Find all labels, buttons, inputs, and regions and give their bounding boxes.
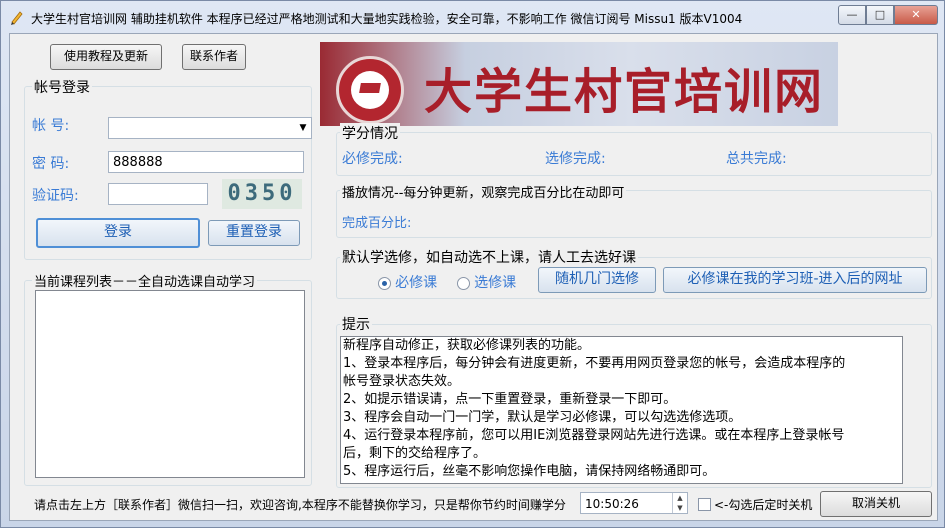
shutdown-checkbox-label: <-勾选后定时关机 <box>714 498 813 512</box>
tip-line: 1、登录本程序后，每分钟会有进度更新，不要再用网页登录您的帐号，会造成本程序的 <box>343 356 846 371</box>
banner-image: 大学生村官培训网 <box>320 42 838 126</box>
account-label: 帐 号: <box>32 118 70 134</box>
required-option-label: 必修课 <box>395 275 438 291</box>
cancel-shutdown-button[interactable]: 取消关机 <box>820 491 932 517</box>
credits-title: 学分情况 <box>340 123 400 143</box>
shutdown-checkbox[interactable] <box>698 498 711 511</box>
contact-author-button[interactable]: 联系作者 <box>182 44 246 70</box>
maximize-button[interactable]: □ <box>866 5 894 25</box>
elective-option-label: 选修课 <box>474 275 517 291</box>
title-bar: 大学生村官培训网 辅助挂机软件 本程序已经过严格地测试和大量地实践检验，安全可靠… <box>1 1 944 33</box>
tips-textarea[interactable]: 新程序自动修正，获取必修课列表的功能。 1、登录本程序后，每分钟会有进度更新，不… <box>340 336 903 484</box>
required-radio[interactable] <box>378 277 391 290</box>
password-field[interactable]: 888888 <box>108 151 304 173</box>
elective-radio[interactable] <box>457 277 470 290</box>
tip-line: 帐号登录状态失效。 <box>343 374 461 389</box>
footer-message: 请点击左上方［联系作者］微信扫一扫，欢迎咨询,本程序不能替换你学习，只是帮你节约… <box>34 498 566 512</box>
account-combobox[interactable]: ▼ <box>108 117 312 139</box>
banner-title: 大学生村官培训网 <box>424 64 825 120</box>
shutdown-time-field[interactable]: 10:50:26 ▲ ▼ <box>580 492 688 514</box>
required-course-url-button[interactable]: 必修课在我的学习班-进入后的网址 <box>663 267 927 293</box>
window-title: 大学生村官培训网 辅助挂机软件 本程序已经过严格地测试和大量地实践检验，安全可靠… <box>31 12 743 26</box>
password-label: 密 码: <box>32 156 70 172</box>
shutdown-time-value: 10:50:26 <box>585 497 639 511</box>
close-button[interactable]: ✕ <box>894 5 938 25</box>
credits-group <box>336 132 932 176</box>
minimize-button[interactable]: — <box>838 5 866 25</box>
app-window: 大学生村官培训网 辅助挂机软件 本程序已经过严格地测试和大量地实践检验，安全可靠… <box>0 0 945 528</box>
elective-credits-label: 选修完成: <box>545 151 606 167</box>
tip-line: 5、程序运行后，丝毫不影响您操作电脑，请保持网络畅通即可。 <box>343 464 716 479</box>
required-credits-label: 必修完成: <box>342 151 403 167</box>
captcha-image[interactable]: 0350 <box>222 179 302 209</box>
random-electives-button[interactable]: 随机几门选修 <box>538 267 656 293</box>
tutorial-button[interactable]: 使用教程及更新 <box>50 44 162 70</box>
window-controls: — □ ✕ <box>838 5 938 25</box>
login-button[interactable]: 登录 <box>36 218 200 248</box>
elective-course-option[interactable]: 选修课 <box>457 272 516 292</box>
playback-title: 播放情况--每分钟更新，观察完成百分比在动即可 <box>340 182 627 201</box>
tip-line: 3、程序会自动一门一门学，默认是学习必修课，可以勾选选修选项。 <box>343 410 742 425</box>
percent-complete-label: 完成百分比: <box>342 216 412 231</box>
course-list[interactable] <box>35 290 305 478</box>
required-course-option[interactable]: 必修课 <box>378 272 437 292</box>
tips-title: 提示 <box>340 314 372 334</box>
total-credits-label: 总共完成: <box>726 151 787 167</box>
tip-line: 2、如提示错误请，点一下重置登录，重新登录一下即可。 <box>343 392 677 407</box>
time-spinner-icon[interactable]: ▲ ▼ <box>672 493 687 513</box>
login-group-title: 帐号登录 <box>32 77 92 97</box>
tip-line: 后，剩下的交给程序了。 <box>343 446 487 461</box>
school-seal-icon <box>336 56 404 124</box>
course-list-title: 当前课程列表－－全自动选课自动学习 <box>32 271 258 290</box>
tip-line: 4、运行登录本程序前，您可以用IE浏览器登录网站先进行选课。或在本程序上登录帐号 <box>343 428 845 443</box>
pencil-icon <box>11 11 23 25</box>
course-select-title: 默认学选修，如自动选不上课，请人工去选好课 <box>340 247 638 267</box>
captcha-label: 验证码: <box>32 188 79 204</box>
relogin-button[interactable]: 重置登录 <box>208 220 300 246</box>
main-panel: 使用教程及更新 联系作者 大学生村官培训网 帐号登录 帐 号: ▼ 密 码: 8… <box>9 33 938 521</box>
chevron-down-icon[interactable]: ▼ <box>295 118 311 138</box>
captcha-field[interactable] <box>108 183 208 205</box>
tip-line: 新程序自动修正，获取必修课列表的功能。 <box>343 338 591 353</box>
